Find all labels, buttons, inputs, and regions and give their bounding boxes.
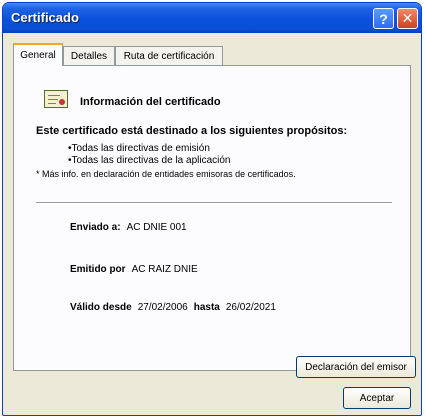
- close-icon[interactable]: ✕: [397, 8, 418, 29]
- purpose-item: •Todas las directivas de emisión: [68, 143, 210, 154]
- issued-to-label: Enviado a:: [70, 222, 121, 233]
- issued-by-row: Emitido por AC RAIZ DNIE: [70, 264, 198, 275]
- tab-general[interactable]: General: [13, 43, 63, 66]
- help-icon[interactable]: ?: [373, 8, 394, 29]
- certificate-icon: [44, 90, 68, 108]
- help-glyph: ?: [379, 10, 388, 27]
- issued-by-value: AC RAIZ DNIE: [131, 264, 198, 275]
- window-title: Certificado: [11, 10, 79, 25]
- tab-ruta-label: Ruta de certificación: [123, 50, 215, 62]
- purpose-item: •Todas las directivas de la aplicación: [68, 155, 231, 166]
- tab-detalles-label: Detalles: [70, 50, 108, 62]
- close-glyph: ✕: [401, 10, 414, 26]
- valid-from-label: Válido desde: [70, 302, 132, 313]
- valid-from-value: 27/02/2006: [137, 302, 188, 313]
- general-panel: Información del certificado Este certifi…: [13, 65, 416, 378]
- issued-to-value: AC DNIE 001: [126, 222, 187, 233]
- issuer-statement-button[interactable]: Declaración del emisor: [296, 356, 416, 378]
- issued-to-row: Enviado a: AC DNIE 001: [70, 222, 187, 233]
- more-info-note: * Más info. en declaración de entidades …: [36, 169, 296, 179]
- tab-detalles[interactable]: Detalles: [63, 46, 115, 65]
- issued-by-label: Emitido por: [70, 264, 126, 275]
- tab-ruta-certificacion[interactable]: Ruta de certificación: [115, 46, 223, 65]
- validity-row: Válido desde 27/02/2006 hasta 26/02/2021: [70, 302, 276, 313]
- issuer-statement-label: Declaración del emisor: [305, 361, 407, 373]
- tab-general-label: General: [20, 50, 56, 61]
- accept-label: Aceptar: [359, 392, 395, 404]
- divider: [36, 202, 392, 203]
- valid-to-label: hasta: [193, 302, 220, 313]
- accept-button[interactable]: Aceptar: [343, 387, 411, 409]
- valid-to-value: 26/02/2021: [225, 302, 276, 313]
- title-bar[interactable]: Certificado ? ✕: [3, 3, 421, 33]
- purposes-heading: Este certificado está destinado a los si…: [36, 125, 348, 137]
- info-title: Información del certificado: [80, 96, 221, 108]
- certificate-dialog: Certificado ? ✕ General Detalles Ruta de…: [2, 2, 422, 416]
